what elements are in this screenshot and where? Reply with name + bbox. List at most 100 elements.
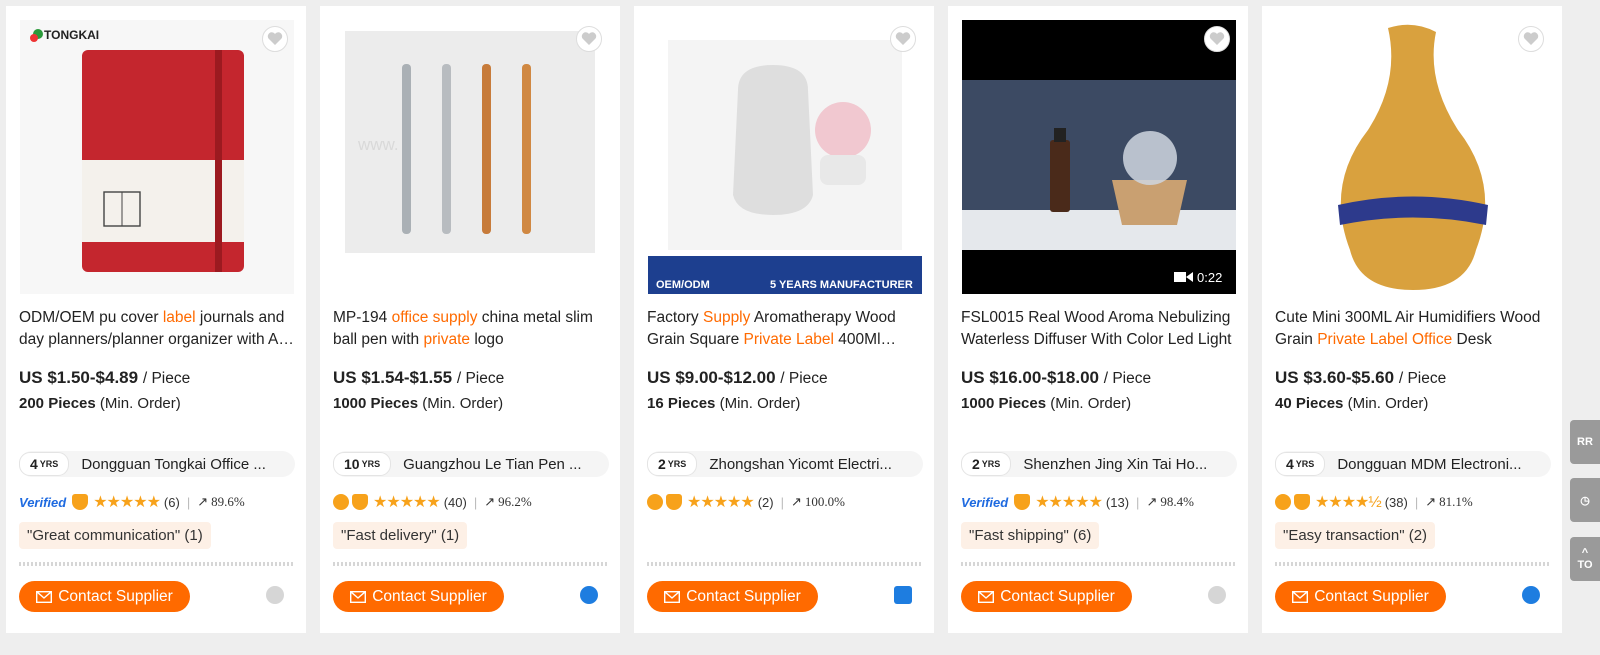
favorite-heart-icon[interactable] — [1204, 26, 1230, 52]
product-image[interactable] — [1276, 20, 1550, 294]
top-arrow-icon: ^ — [1581, 547, 1589, 559]
chat-offline-icon[interactable] — [266, 586, 284, 604]
product-card[interactable]: 0:22 FSL0015 Real Wood Aroma Nebulizing … — [948, 6, 1248, 633]
dashed-divider — [333, 562, 607, 566]
price-range: US $1.54-$1.55 — [333, 368, 453, 387]
price: US $16.00-$18.00 / Piece — [961, 368, 1151, 388]
trade-assurance-icon — [333, 494, 349, 510]
min-order: 1000 Pieces (Min. Order) — [333, 395, 503, 412]
title-highlight: Private Label Office — [1317, 331, 1453, 348]
moq-label: (Min. Order) — [1050, 395, 1132, 412]
side-tool-back-to-top[interactable]: ^ TO — [1570, 537, 1600, 581]
star-rating: ★★★★★ — [93, 494, 161, 511]
product-card[interactable]: Cute Mini 300ML Air Humidifiers Wood Gra… — [1262, 6, 1562, 633]
product-image[interactable]: TONGKAI — [20, 20, 294, 294]
years-value: 2 — [658, 456, 666, 472]
shield-icon — [1294, 494, 1310, 510]
star-rating: ★★★★★ — [373, 494, 441, 511]
favorite-heart-icon[interactable] — [1518, 26, 1544, 52]
price-range: US $1.50-$4.89 — [19, 368, 139, 387]
review-count: (13) — [1105, 494, 1130, 510]
product-card[interactable]: TONGKAI ODM/OEM pu cover label journals … — [6, 6, 306, 633]
banner-left-text: OEM/ODM — [656, 279, 710, 291]
title-text: logo — [470, 331, 504, 348]
min-order: 1000 Pieces (Min. Order) — [961, 395, 1131, 412]
product-title[interactable]: FSL0015 Real Wood Aroma Nebulizing Water… — [961, 307, 1239, 351]
verified-badge[interactable]: Verified — [19, 495, 66, 510]
moq-label: (Min. Order) — [719, 395, 801, 412]
product-title[interactable]: MP-194 office supply china metal slim ba… — [333, 307, 611, 351]
product-card[interactable]: OEM/ODM 5 YEARS MANUFACTURER Factory Sup… — [634, 6, 934, 633]
price: US $3.60-$5.60 / Piece — [1275, 368, 1446, 388]
contact-supplier-button[interactable]: Contact Supplier — [333, 581, 504, 612]
years-badge: 4 YRS — [19, 452, 70, 476]
chat-online-icon[interactable] — [894, 586, 912, 604]
response-rate: 100.0% — [804, 494, 845, 509]
product-title[interactable]: Cute Mini 300ML Air Humidifiers Wood Gra… — [1275, 307, 1553, 351]
shield-icon — [352, 494, 368, 510]
years-unit: YRS — [361, 459, 381, 469]
product-image[interactable]: www. — [334, 20, 608, 294]
supplier-row[interactable]: 4 YRS Dongguan MDM Electroni... — [1275, 451, 1551, 477]
contact-supplier-button[interactable]: Contact Supplier — [961, 581, 1132, 612]
supplier-row[interactable]: 2 YRS Shenzhen Jing Xin Tai Ho... — [961, 451, 1237, 477]
title-highlight: private — [423, 331, 471, 348]
supplier-rating: Verified ★★★★★ (13) | ↗ 98.4% — [961, 492, 1194, 512]
review-count: (40) — [443, 494, 467, 510]
price: US $9.00-$12.00 / Piece — [647, 368, 828, 388]
star-rating: ★★★★★ — [1035, 494, 1103, 511]
moq-label: (Min. Order) — [99, 395, 181, 412]
envelope-icon — [1292, 590, 1309, 603]
supplier-name[interactable]: Dongguan MDM Electroni... — [1337, 456, 1521, 473]
supplier-row[interactable]: 2 YRS Zhongshan Yicomt Electri... — [647, 451, 923, 477]
product-card[interactable]: www. MP-194 office supply china metal sl… — [320, 6, 620, 633]
price: US $1.50-$4.89 / Piece — [19, 368, 190, 388]
chat-offline-icon[interactable] — [1208, 586, 1226, 604]
review-tag: "Easy transaction" (2) — [1275, 522, 1436, 549]
divider: | — [780, 494, 784, 510]
review-count: (38) — [1384, 494, 1408, 510]
shield-icon — [666, 494, 682, 510]
price-unit: / Piece — [780, 370, 828, 387]
trade-assurance-icon — [1275, 494, 1291, 510]
favorite-heart-icon[interactable] — [890, 26, 916, 52]
side-tool-timer[interactable]: ◷ — [1570, 478, 1600, 522]
min-order: 40 Pieces (Min. Order) — [1275, 395, 1428, 412]
product-video[interactable]: 0:22 — [962, 20, 1236, 294]
envelope-icon — [350, 590, 367, 603]
envelope-icon — [664, 590, 681, 603]
product-title[interactable]: ODM/OEM pu cover label journals and day … — [19, 307, 297, 351]
side-tool-rfq[interactable]: RR — [1570, 420, 1600, 464]
favorite-heart-icon[interactable] — [262, 26, 288, 52]
envelope-icon — [978, 590, 995, 603]
supplier-name[interactable]: Dongguan Tongkai Office ... — [81, 456, 266, 473]
moq-quantity: 40 Pieces — [1275, 395, 1344, 412]
price-unit: / Piece — [456, 370, 505, 387]
supplier-name[interactable]: Zhongshan Yicomt Electri... — [709, 456, 892, 473]
verified-badge[interactable]: Verified — [961, 495, 1008, 510]
years-unit: YRS — [667, 459, 687, 469]
title-text: ODM/OEM pu cover — [19, 309, 163, 326]
supplier-name[interactable]: Guangzhou Le Tian Pen ... — [403, 456, 581, 473]
supplier-row[interactable]: 4 YRS Dongguan Tongkai Office ... — [19, 451, 295, 477]
moq-quantity: 1000 Pieces — [961, 395, 1047, 412]
supplier-row[interactable]: 10 YRS Guangzhou Le Tian Pen ... — [333, 451, 609, 477]
contact-label: Contact Supplier — [372, 587, 487, 605]
price-range: US $9.00-$12.00 — [647, 368, 776, 387]
product-grid: TONGKAI ODM/OEM pu cover label journals … — [6, 6, 1562, 633]
product-title[interactable]: Factory Supply Aromatherapy Wood Grain S… — [647, 307, 925, 351]
contact-label: Contact Supplier — [686, 587, 801, 605]
min-order: 16 Pieces (Min. Order) — [647, 395, 800, 412]
contact-supplier-button[interactable]: Contact Supplier — [1275, 581, 1446, 612]
review-tag: "Fast delivery" (1) — [333, 522, 468, 549]
contact-label: Contact Supplier — [1314, 587, 1429, 605]
contact-supplier-button[interactable]: Contact Supplier — [647, 581, 818, 612]
envelope-icon — [36, 590, 53, 603]
product-image[interactable]: OEM/ODM 5 YEARS MANUFACTURER — [648, 20, 922, 294]
supplier-name[interactable]: Shenzhen Jing Xin Tai Ho... — [1023, 456, 1207, 473]
contact-supplier-button[interactable]: Contact Supplier — [19, 581, 190, 612]
star-rating: ★★★★★ — [687, 494, 755, 511]
chat-online-icon[interactable] — [580, 586, 598, 604]
favorite-heart-icon[interactable] — [576, 26, 602, 52]
chat-online-icon[interactable] — [1522, 586, 1540, 604]
